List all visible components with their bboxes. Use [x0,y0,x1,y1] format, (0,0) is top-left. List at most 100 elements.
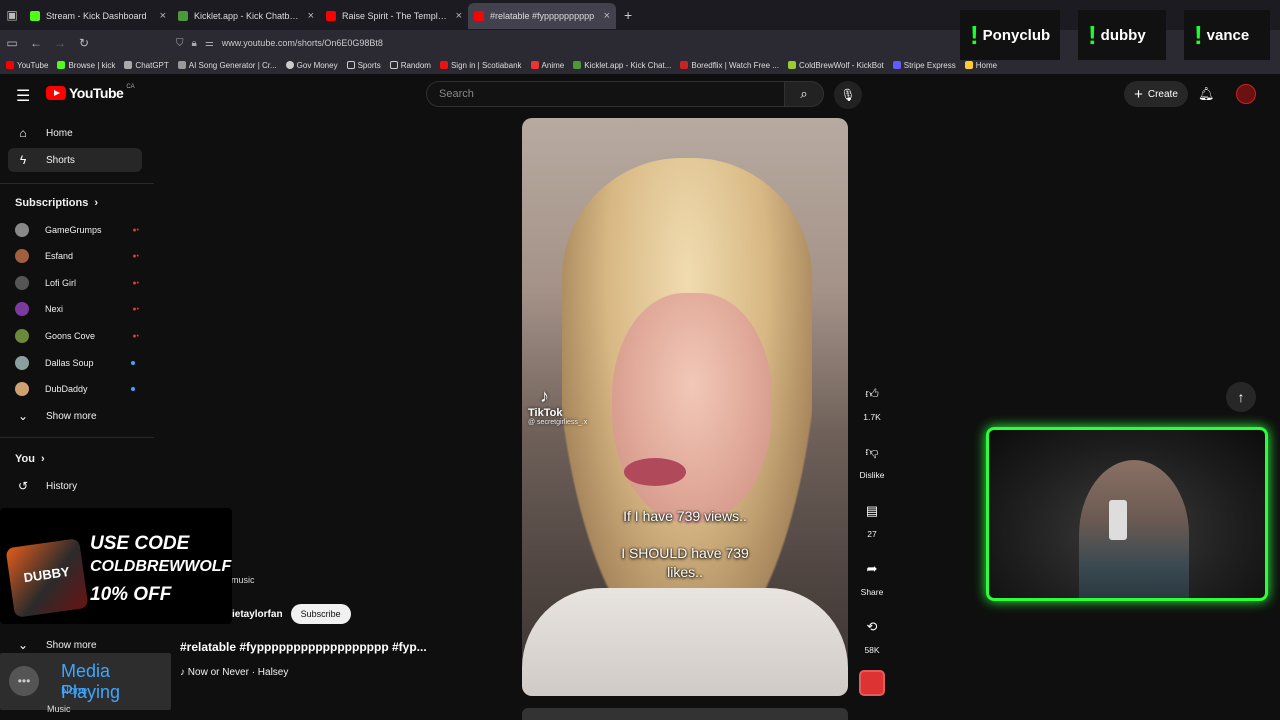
short-song[interactable]: ♪ Now or Never · Halsey [180,667,288,678]
tab-title: Kicklet.app - Kick Chatbot and C [194,11,302,21]
sidebar-item-gamegrumps[interactable]: GameGrumps ●• [15,219,139,241]
sidebar-toggle-icon[interactable]: ▭ [0,36,24,50]
lock-icon[interactable]: 🔒︎ [192,38,197,49]
sidebar: ⌂ Home ϟ Shorts Subscriptions › GameGrum… [0,114,160,720]
sidebar-item-nexi[interactable]: Nexi ●• [15,298,139,320]
bookmark-folder[interactable]: Random [389,61,431,70]
bookmark-item[interactable]: ChatGPT [124,61,169,70]
youtube-favicon-icon [326,11,336,21]
sidebar-item-shorts[interactable]: ϟ Shorts [8,148,142,172]
bookmark-label: Kicklet.app - Kick Chat... [584,60,672,70]
overlay-name-box: ! dubby [1078,10,1166,60]
bookmark-folder[interactable]: Sports [346,61,381,70]
bookmark-item[interactable]: Home [964,60,998,70]
sound-thumbnail[interactable] [859,670,885,696]
video-frame-lips [624,458,686,486]
show-more-button[interactable]: ⌄ Show more [8,404,142,428]
chatgpt-icon [124,61,133,69]
search-button[interactable]: ⌕ [784,81,824,107]
youtube-favicon-icon [474,11,484,21]
avatar [15,249,29,263]
exclamation-icon: ! [970,19,979,50]
browser-tab[interactable]: Stream - Kick Dashboard × [24,3,172,29]
short-title[interactable]: #relatable #fypppppppppppppppppp #fyp... [180,640,427,654]
close-tab-icon[interactable]: × [604,10,610,22]
shield-icon[interactable]: ⛉ [176,38,184,49]
browser-tab[interactable]: Kicklet.app - Kick Chatbot and C × [172,3,320,29]
browser-tab[interactable]: Raise Spirit - The Temple - YouT × [320,3,468,29]
close-tab-icon[interactable]: × [160,10,166,22]
sidebar-item-goons-cove[interactable]: Goons Cove ●• [15,325,139,347]
anime-icon [530,61,539,69]
sidebar-item-esfand[interactable]: Esfand ●• [15,245,139,267]
sidebar-item-music[interactable]: Music [47,704,71,714]
sidebar-item-dubdaddy[interactable]: DubDaddy [15,378,139,400]
remix-button[interactable]: ⟲ 58K [858,613,886,655]
chevron-down-icon: ⌄ [17,638,29,652]
tab-title: Raise Spirit - The Temple - YouT [342,11,450,21]
bookmark-item[interactable]: ColdBrewWolf - KickBot [787,61,884,70]
share-button[interactable]: ➦ Share [858,555,886,597]
sidebar-item-label: DubDaddy [45,384,88,394]
tiktok-label: TikTok [528,407,563,419]
sidebar-item-label: Dallas Soup [45,358,94,368]
menu-icon[interactable]: ☰ [16,86,30,106]
you-header[interactable]: You › [15,453,45,465]
dislike-button[interactable]: 👎︎ Dislike [858,438,886,480]
forward-icon[interactable]: → [48,36,72,50]
overlay-name-box: ! vance [1184,10,1270,60]
notifications-bell-icon[interactable]: 🔔︎ [1198,86,1215,102]
like-count: 1.7K [863,412,881,422]
page-info-icon[interactable]: ⚌ [205,38,214,49]
subscribe-button[interactable]: Subscribe [290,604,351,624]
share-label: Share [860,587,884,597]
bookmark-label: Home [975,60,998,70]
divider [0,437,154,438]
bookmark-item[interactable]: Browse | kick [57,61,115,70]
url-bar[interactable]: ⛉ 🔒︎ ⚌ www.youtube.com/shorts/On6E0G98Bt… [176,33,946,53]
comments-button[interactable]: ▤ 27 [858,497,886,539]
bookmark-item[interactable]: Sign in | Scotiabank [439,61,522,70]
previous-short-button[interactable]: ↑ [1226,382,1256,412]
sidebar-item-lofi-girl[interactable]: Lofi Girl ●• [15,272,139,294]
bookmark-item[interactable]: Gov Money [285,60,338,70]
create-button[interactable]: + Create [1124,81,1188,107]
search-input[interactable]: Search [426,81,786,107]
bookmark-item[interactable]: YouTube [6,61,48,70]
chevron-down-icon: ⌄ [17,409,29,423]
youtube-logo[interactable]: YouTube CA [46,84,135,101]
next-short-preview[interactable] [522,708,848,720]
kick-icon [57,61,66,69]
back-icon[interactable]: ← [24,36,48,50]
kickbot-icon [787,61,796,69]
close-tab-icon[interactable]: × [308,10,314,22]
bookmark-item[interactable]: Kicklet.app - Kick Chat... [573,61,671,70]
bookmark-item[interactable]: Stripe Express [892,61,956,70]
live-icon: ●• [132,226,139,234]
url-text[interactable]: www.youtube.com/shorts/On6E0G98Bt8 [222,38,383,48]
promo-overlay: DUBBY USE CODE COLDBREWWOLF 10% OFF [0,508,232,624]
bookmark-item[interactable]: Boredflix | Watch Free ... [680,61,779,70]
shorts-video-player[interactable]: ♪ TikTok @ secretgirliess_.x If I have 7… [522,118,848,696]
promo-line: COLDBREWWOLF [90,558,232,575]
folder-icon [346,61,355,69]
new-tab-icon[interactable]: + [624,7,632,23]
subscriptions-header[interactable]: Subscriptions › [15,197,98,209]
create-label: Create [1147,88,1178,100]
sidebar-item-label: Nexi [45,304,64,314]
close-tab-icon[interactable]: × [456,10,462,22]
like-button[interactable]: 👍︎ 1.7K [858,380,886,422]
sidebar-item-dallas-soup[interactable]: Dallas Soup [15,352,139,374]
sidebar-item-history[interactable]: ↺ History [8,474,142,498]
thumbs-down-icon: 👎︎ [865,444,879,459]
reload-icon[interactable]: ↻ [72,36,96,50]
account-avatar[interactable] [1236,84,1256,104]
sidebar-item-home[interactable]: ⌂ Home [8,121,142,145]
bookmark-label: Browse | kick [68,60,116,70]
voice-search-button[interactable]: 🎙︎ [834,81,862,109]
browser-tab-active[interactable]: #relatable #fypppppppppp × [468,3,616,29]
bookmark-label: Gov Money [296,60,338,70]
bookmark-item[interactable]: Anime [530,61,564,70]
bookmark-item[interactable]: AI Song Generator | Cr... [177,61,277,70]
window-menu-icon[interactable]: ▣ [0,0,24,30]
